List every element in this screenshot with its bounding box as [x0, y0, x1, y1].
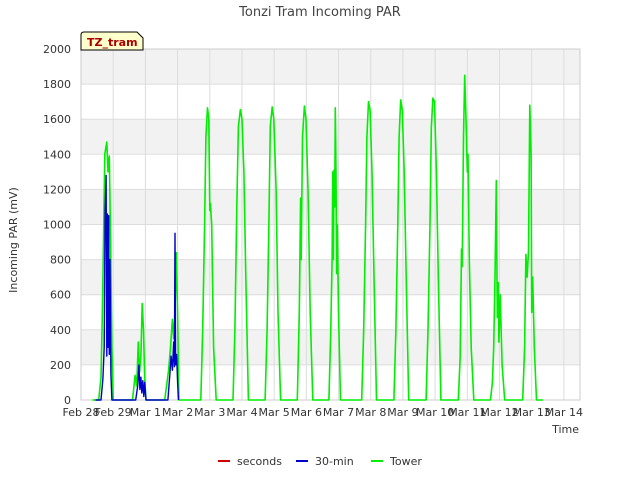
chart-title: Tonzi Tram Incoming PAR [238, 5, 401, 20]
site-tag-text: TZ_tram [87, 36, 138, 49]
y-axis-label: Incoming PAR (mV) [7, 187, 20, 293]
legend: seconds 30-min Tower [218, 455, 422, 468]
chart: 0200400600800100012001400160018002000 Fe… [0, 0, 640, 480]
x-tick-label: Feb 29 [95, 406, 132, 419]
y-tick-label: 600 [50, 289, 71, 302]
y-tick-label: 1000 [43, 219, 71, 232]
plot-band [81, 189, 580, 225]
x-tick-label: Mar 6 [291, 406, 322, 419]
x-axis-label: Time [551, 423, 579, 436]
x-tick-label: Mar 8 [355, 406, 386, 419]
legend-label: Tower [389, 455, 422, 468]
x-tick-label: Mar 14 [545, 406, 583, 419]
x-tick-label: Mar 3 [194, 406, 225, 419]
legend-label: 30-min [315, 455, 354, 468]
y-tick-label: 1800 [43, 78, 71, 91]
y-tick-label: 800 [50, 254, 71, 267]
x-tick-label: Mar 7 [323, 406, 354, 419]
x-tick-labels: Feb 28Feb 29Mar 1 Mar 2 Mar 3 Mar 4 Mar 5 Mar… [63, 406, 584, 419]
y-tick-label: 2000 [43, 43, 71, 56]
x-tick-label: Mar 9 [387, 406, 418, 419]
x-tick-label: Mar 1 [130, 406, 161, 419]
plot-band [81, 119, 580, 155]
y-tick-label: 400 [50, 324, 71, 337]
plot-band [81, 49, 580, 85]
site-tag: TZ_tram [80, 31, 144, 51]
plot-band [81, 259, 580, 295]
y-tick-label: 200 [50, 359, 71, 372]
y-tick-label: 1400 [43, 148, 71, 161]
legend-label: seconds [237, 455, 282, 468]
y-tick-label: 1600 [43, 113, 71, 126]
x-tick-label: Mar 5 [259, 406, 290, 419]
x-tick-label: Mar 2 [162, 406, 193, 419]
x-tick-label: Mar 4 [226, 406, 257, 419]
y-tick-label: 1200 [43, 183, 71, 196]
